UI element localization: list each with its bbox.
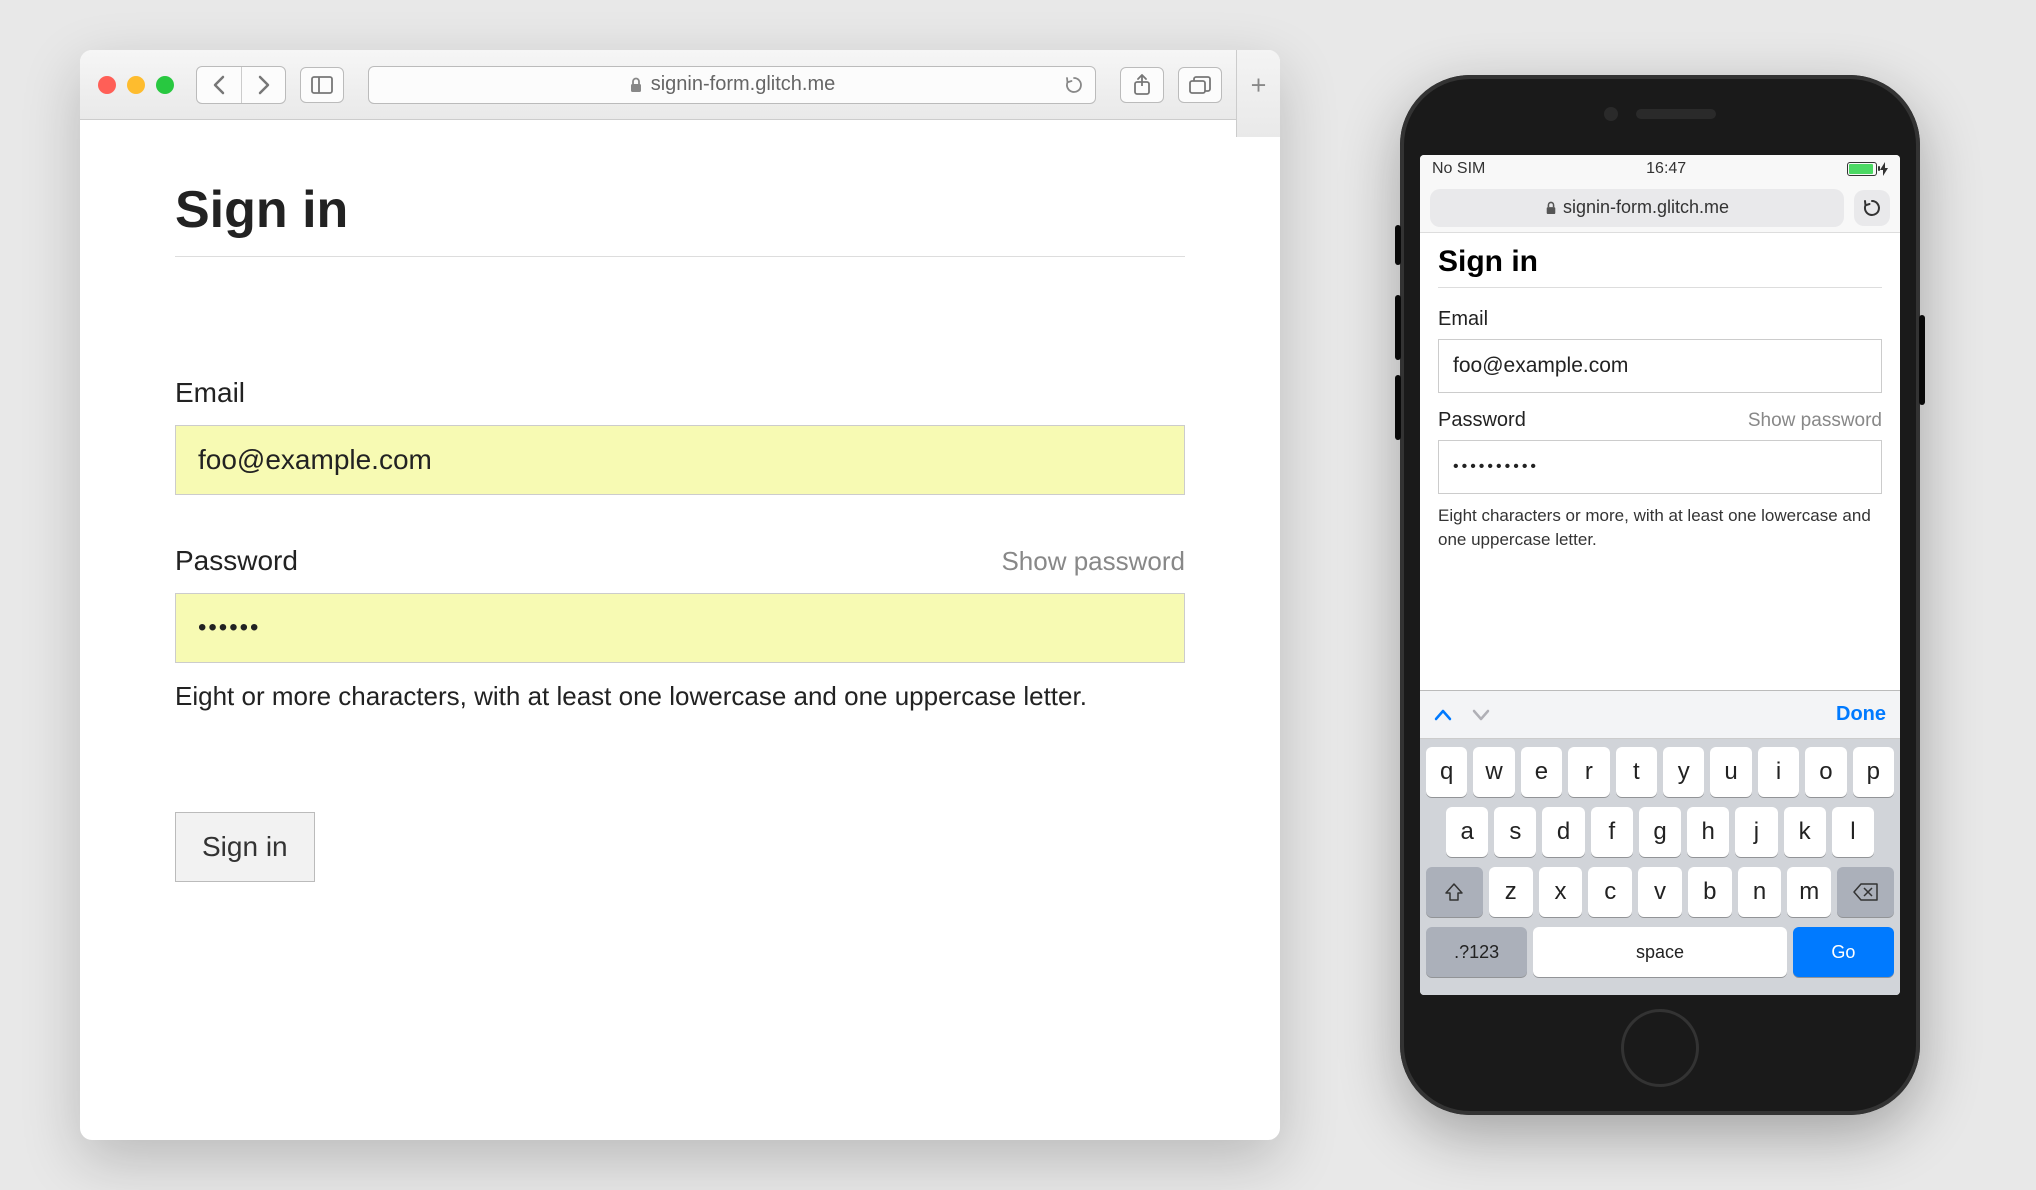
ios-password-hint: Eight characters or more, with at least … [1438,504,1882,552]
key-shift[interactable] [1426,867,1483,917]
key-go[interactable]: Go [1793,927,1894,977]
key-q[interactable]: q [1426,747,1467,797]
ios-password-input[interactable] [1438,440,1882,494]
charging-icon [1880,162,1888,176]
maximize-window-button[interactable] [156,76,174,94]
key-y[interactable]: y [1663,747,1704,797]
key-i[interactable]: i [1758,747,1799,797]
ios-web-content: Sign in Email Password Show password Eig… [1420,233,1900,690]
prev-field-button[interactable] [1434,709,1452,721]
key-v[interactable]: v [1638,867,1682,917]
password-input[interactable] [175,593,1185,663]
key-z[interactable]: z [1489,867,1533,917]
lock-icon [629,77,643,93]
safari-toolbar: signin-form.glitch.me [80,50,1280,120]
ios-email-input[interactable] [1438,339,1882,393]
iphone-screen: No SIM 16:47 signin-form.glitch.me Sign … [1420,155,1900,995]
volume-up-button [1395,295,1401,360]
key-l[interactable]: l [1832,807,1874,857]
minimize-window-button[interactable] [127,76,145,94]
ios-password-group: Password Show password Eight characters … [1438,409,1882,552]
key-h[interactable]: h [1687,807,1729,857]
keyboard-row-1: q w e r t y u i o p [1426,747,1894,797]
nav-button-group [196,66,286,104]
key-b[interactable]: b [1688,867,1732,917]
ios-keyboard: Done q w e r t y u i o p a s [1420,690,1900,995]
key-m[interactable]: m [1787,867,1831,917]
back-button[interactable] [197,67,241,103]
password-hint: Eight or more characters, with at least … [175,681,1185,712]
lock-icon [1545,201,1557,215]
key-d[interactable]: d [1542,807,1584,857]
key-space[interactable]: space [1533,927,1786,977]
key-o[interactable]: o [1805,747,1846,797]
carrier-label: No SIM [1432,160,1485,178]
password-form-group: Password Show password Eight or more cha… [175,545,1185,712]
email-form-group: Email [175,377,1185,495]
tabs-button[interactable] [1178,67,1222,103]
key-c[interactable]: c [1588,867,1632,917]
key-n[interactable]: n [1738,867,1782,917]
key-u[interactable]: u [1710,747,1751,797]
ios-url-field[interactable]: signin-form.glitch.me [1430,189,1844,227]
key-g[interactable]: g [1639,807,1681,857]
keyboard-row-2: a s d f g h j k l [1426,807,1894,857]
key-numbers[interactable]: .?123 [1426,927,1527,977]
mute-switch [1395,225,1401,265]
key-w[interactable]: w [1473,747,1514,797]
keyboard-keys: q w e r t y u i o p a s d f g h [1420,739,1900,995]
share-button[interactable] [1120,67,1164,103]
safari-window: signin-form.glitch.me Sign in Email Pas [80,50,1280,1140]
web-content: Sign in Email Password Show password Eig… [80,120,1280,1140]
close-window-button[interactable] [98,76,116,94]
sidebar-toggle-button[interactable] [300,67,344,103]
front-camera [1604,107,1618,121]
signin-button[interactable]: Sign in [175,812,315,882]
ios-password-label: Password [1438,409,1526,432]
key-j[interactable]: j [1735,807,1777,857]
clock-label: 16:47 [1646,160,1686,178]
iphone-device: No SIM 16:47 signin-form.glitch.me Sign … [1400,75,1920,1115]
key-k[interactable]: k [1784,807,1826,857]
keyboard-done-button[interactable]: Done [1836,703,1886,726]
home-button[interactable] [1621,1009,1699,1087]
battery-indicator [1847,162,1888,176]
iphone-sensor-bar [1604,107,1716,121]
page-title: Sign in [175,180,1185,257]
ios-show-password-toggle[interactable]: Show password [1748,410,1882,432]
address-bar[interactable]: signin-form.glitch.me [368,66,1096,104]
battery-icon [1847,162,1877,176]
ios-status-bar: No SIM 16:47 [1420,155,1900,183]
email-input[interactable] [175,425,1185,495]
ios-email-group: Email [1438,308,1882,393]
password-label: Password [175,545,298,577]
key-a[interactable]: a [1446,807,1488,857]
key-t[interactable]: t [1616,747,1657,797]
keyboard-row-4: .?123 space Go [1426,927,1894,977]
keyboard-row-3: z x c v b n m [1426,867,1894,917]
show-password-toggle[interactable]: Show password [1001,546,1185,577]
ios-reload-button[interactable] [1854,190,1890,226]
keyboard-accessory-bar: Done [1420,691,1900,739]
key-x[interactable]: x [1539,867,1583,917]
key-f[interactable]: f [1591,807,1633,857]
forward-button[interactable] [241,67,285,103]
key-backspace[interactable] [1837,867,1894,917]
key-s[interactable]: s [1494,807,1536,857]
earpiece-speaker [1636,109,1716,119]
key-r[interactable]: r [1568,747,1609,797]
ios-email-label: Email [1438,308,1488,331]
reload-icon[interactable] [1065,76,1083,94]
window-controls [98,76,174,94]
key-p[interactable]: p [1853,747,1894,797]
ios-url-text: signin-form.glitch.me [1563,197,1729,218]
volume-down-button [1395,375,1401,440]
ios-page-title: Sign in [1438,245,1882,288]
url-text: signin-form.glitch.me [651,73,836,96]
ios-address-bar: signin-form.glitch.me [1420,183,1900,233]
power-button [1919,315,1925,405]
next-field-button[interactable] [1472,709,1490,721]
key-e[interactable]: e [1521,747,1562,797]
email-label: Email [175,377,245,409]
